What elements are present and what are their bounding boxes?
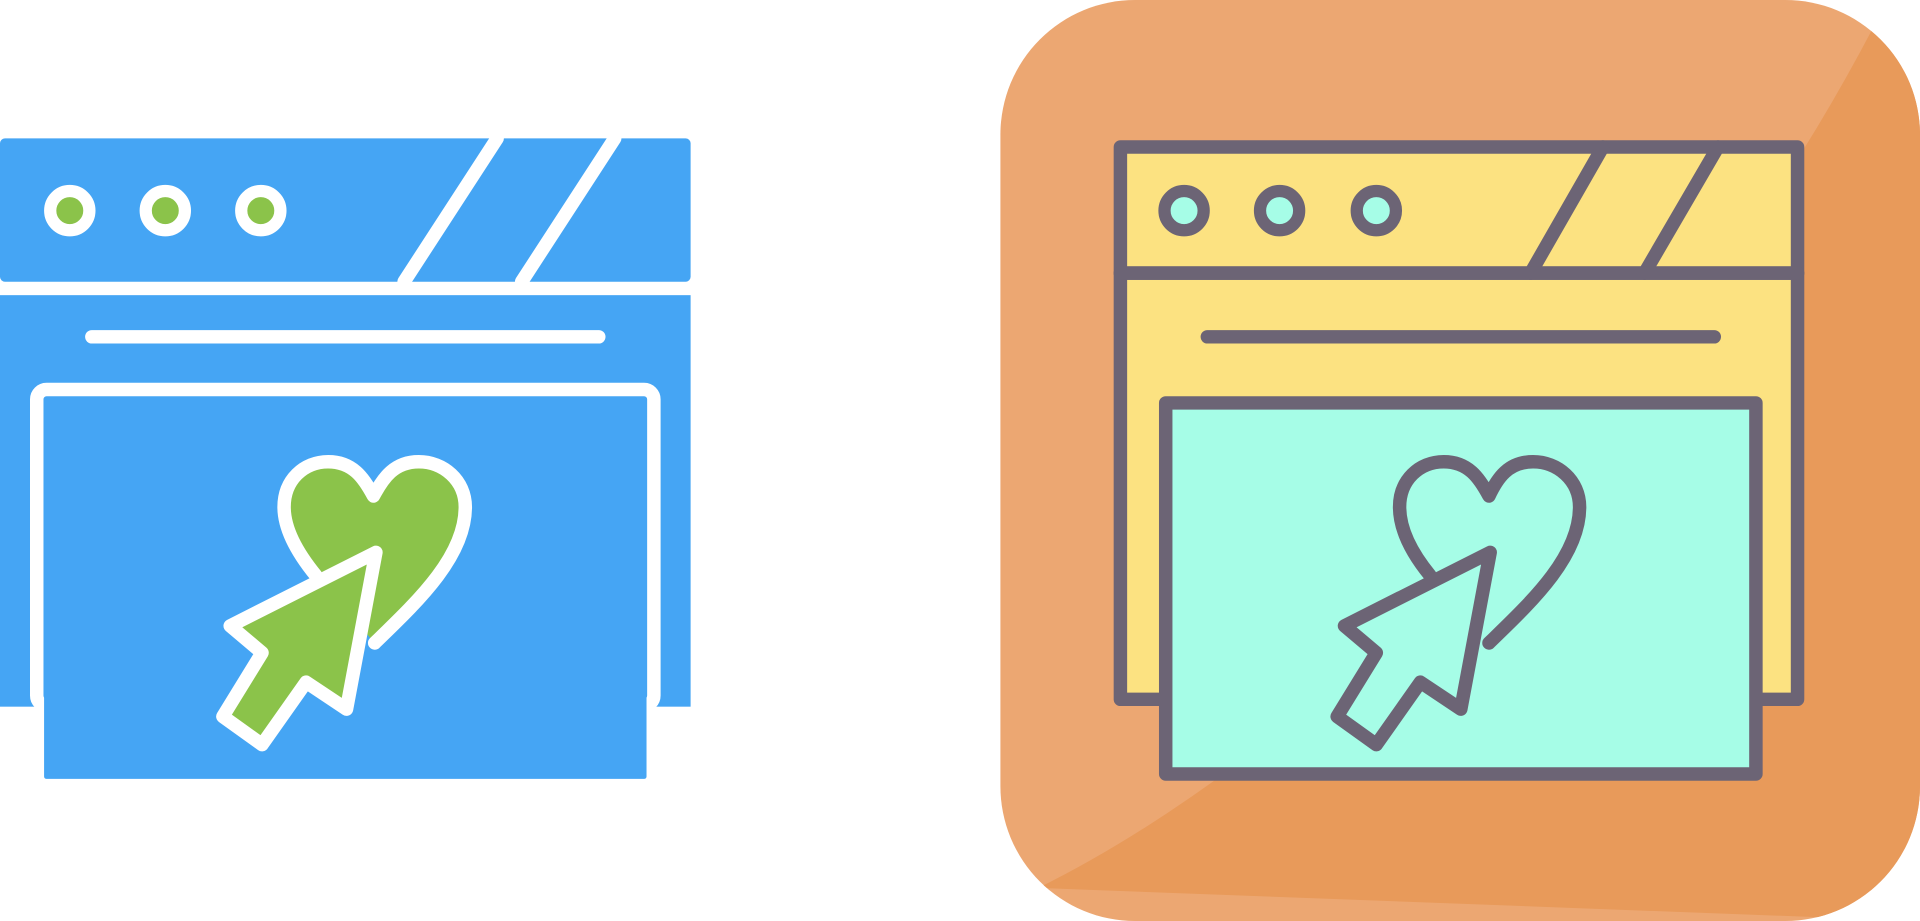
window-control-dots	[44, 184, 287, 237]
browser-title-bar	[0, 138, 691, 282]
window-dot-1	[1158, 184, 1210, 237]
window-dot-3	[1350, 184, 1403, 237]
browser-title-bar	[1113, 140, 1805, 280]
favorite-web-page-flat-icon	[1000, 0, 1920, 921]
icon-set-canvas	[0, 0, 1920, 921]
favorite-web-page-glyph-icon	[0, 131, 691, 779]
window-control-dots	[1158, 184, 1403, 237]
window-dot-3	[235, 184, 287, 237]
window-dot-2	[1253, 184, 1306, 237]
window-dot-2	[139, 184, 192, 237]
window-dot-1	[44, 184, 96, 237]
